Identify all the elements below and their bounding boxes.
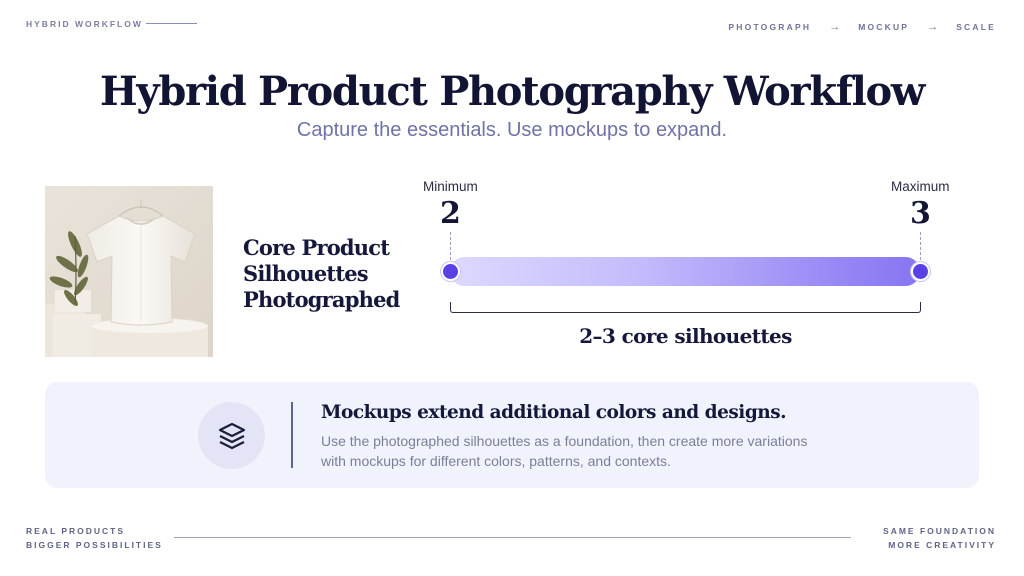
footer-right-line: SAME FOUNDATION	[883, 526, 996, 536]
core-product-label: Core Product Silhouettes Photographed	[243, 235, 400, 313]
footer-left: REAL PRODUCTS BIGGER POSSIBILITIES	[26, 524, 163, 552]
range-max-caption: Maximum	[891, 179, 950, 194]
core-label-line: Core Product	[243, 235, 390, 260]
card-divider	[291, 402, 293, 468]
range-min-caption: Minimum	[423, 179, 478, 194]
range-min-dot	[441, 262, 460, 281]
range-max-dot	[911, 262, 930, 281]
brand-divider	[146, 23, 197, 24]
range-max-tick	[920, 232, 921, 260]
card-body-line: with mockups for different colors, patte…	[321, 453, 671, 469]
range-max-value: 3	[910, 196, 931, 231]
card-body: Use the photographed silhouettes as a fo…	[321, 431, 861, 471]
step-scale: SCALE	[956, 22, 996, 32]
card-body-line: Use the photographed silhouettes as a fo…	[321, 433, 808, 449]
step-photograph: PHOTOGRAPH	[728, 22, 812, 32]
footer-right: SAME FOUNDATION MORE CREATIVITY	[883, 524, 996, 552]
step-mockup: MOCKUP	[858, 22, 910, 32]
tshirt-photo-icon	[45, 186, 213, 357]
range-summary: 2–3 core silhouettes	[579, 324, 792, 348]
brand-label: HYBRID WORKFLOW	[26, 19, 143, 29]
arrow-right-icon: →	[829, 21, 841, 33]
product-photo	[45, 186, 213, 357]
footer-left-line: REAL PRODUCTS	[26, 526, 126, 536]
card-icon-circle	[198, 402, 265, 469]
footer-divider	[174, 537, 851, 538]
footer-right-line: MORE CREATIVITY	[888, 540, 996, 550]
arrow-right-icon: →	[927, 21, 939, 33]
page-subtitle: Capture the essentials. Use mockups to e…	[296, 119, 728, 141]
workflow-steps: PHOTOGRAPH → MOCKUP → SCALE	[728, 21, 996, 33]
layers-icon	[218, 422, 245, 449]
range-min-value: 2	[440, 196, 461, 231]
card-title: Mockups extend additional colors and des…	[321, 402, 787, 423]
core-label-line: Silhouettes	[243, 261, 369, 286]
range-bar	[450, 257, 920, 286]
core-label-line: Photographed	[243, 287, 400, 312]
page-title: Hybrid Product Photography Workflow	[99, 68, 925, 115]
range-bracket	[450, 302, 921, 313]
range-min-tick	[450, 232, 451, 260]
footer-left-line: BIGGER POSSIBILITIES	[26, 540, 163, 550]
